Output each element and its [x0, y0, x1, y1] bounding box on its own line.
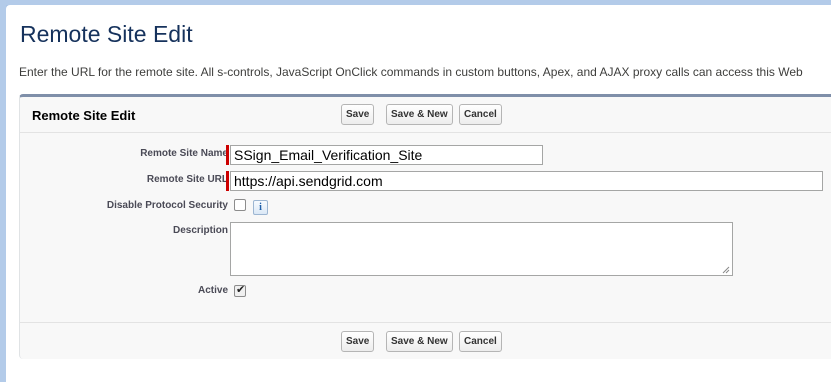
resize-grip-icon[interactable] — [722, 266, 730, 274]
description-textarea[interactable] — [230, 222, 733, 276]
disable-protocol-security-label: Disable Protocol Security — [106, 200, 228, 211]
active-label: Active — [197, 285, 228, 296]
block-header: Remote Site Edit Save Save & New Cancel — [20, 97, 831, 133]
page-title: Remote Site Edit — [20, 21, 193, 47]
cancel-button-top[interactable]: Cancel — [459, 104, 502, 125]
active-checkbox[interactable]: ✔ — [234, 284, 246, 297]
remote-site-name-label: Remote Site Name — [140, 148, 228, 159]
remote-site-url-input[interactable] — [230, 171, 823, 191]
remote-site-url-label: Remote Site URL — [146, 174, 228, 185]
disable-protocol-security-checkbox[interactable] — [234, 199, 246, 211]
page-intro-text: Enter the URL for the remote site. All s… — [19, 65, 803, 79]
block-footer-divider — [20, 322, 831, 323]
page-content: Remote Site Edit Enter the URL for the r… — [6, 5, 831, 382]
remote-site-name-input[interactable] — [230, 145, 543, 165]
required-marker-name — [226, 145, 229, 165]
cancel-button-bottom[interactable]: Cancel — [459, 331, 502, 352]
save-button-bottom[interactable]: Save — [341, 331, 375, 352]
save-button-top[interactable]: Save — [341, 104, 375, 125]
save-new-button-top[interactable]: Save & New — [386, 104, 453, 125]
edit-block: Remote Site Edit Save Save & New Cancel … — [19, 94, 831, 359]
block-title: Remote Site Edit — [32, 108, 136, 123]
info-icon[interactable]: i — [253, 200, 268, 215]
save-new-button-bottom[interactable]: Save & New — [386, 331, 453, 352]
checkmark-icon: ✔ — [236, 284, 246, 296]
description-label: Description — [172, 225, 228, 236]
required-marker-url — [226, 171, 229, 191]
